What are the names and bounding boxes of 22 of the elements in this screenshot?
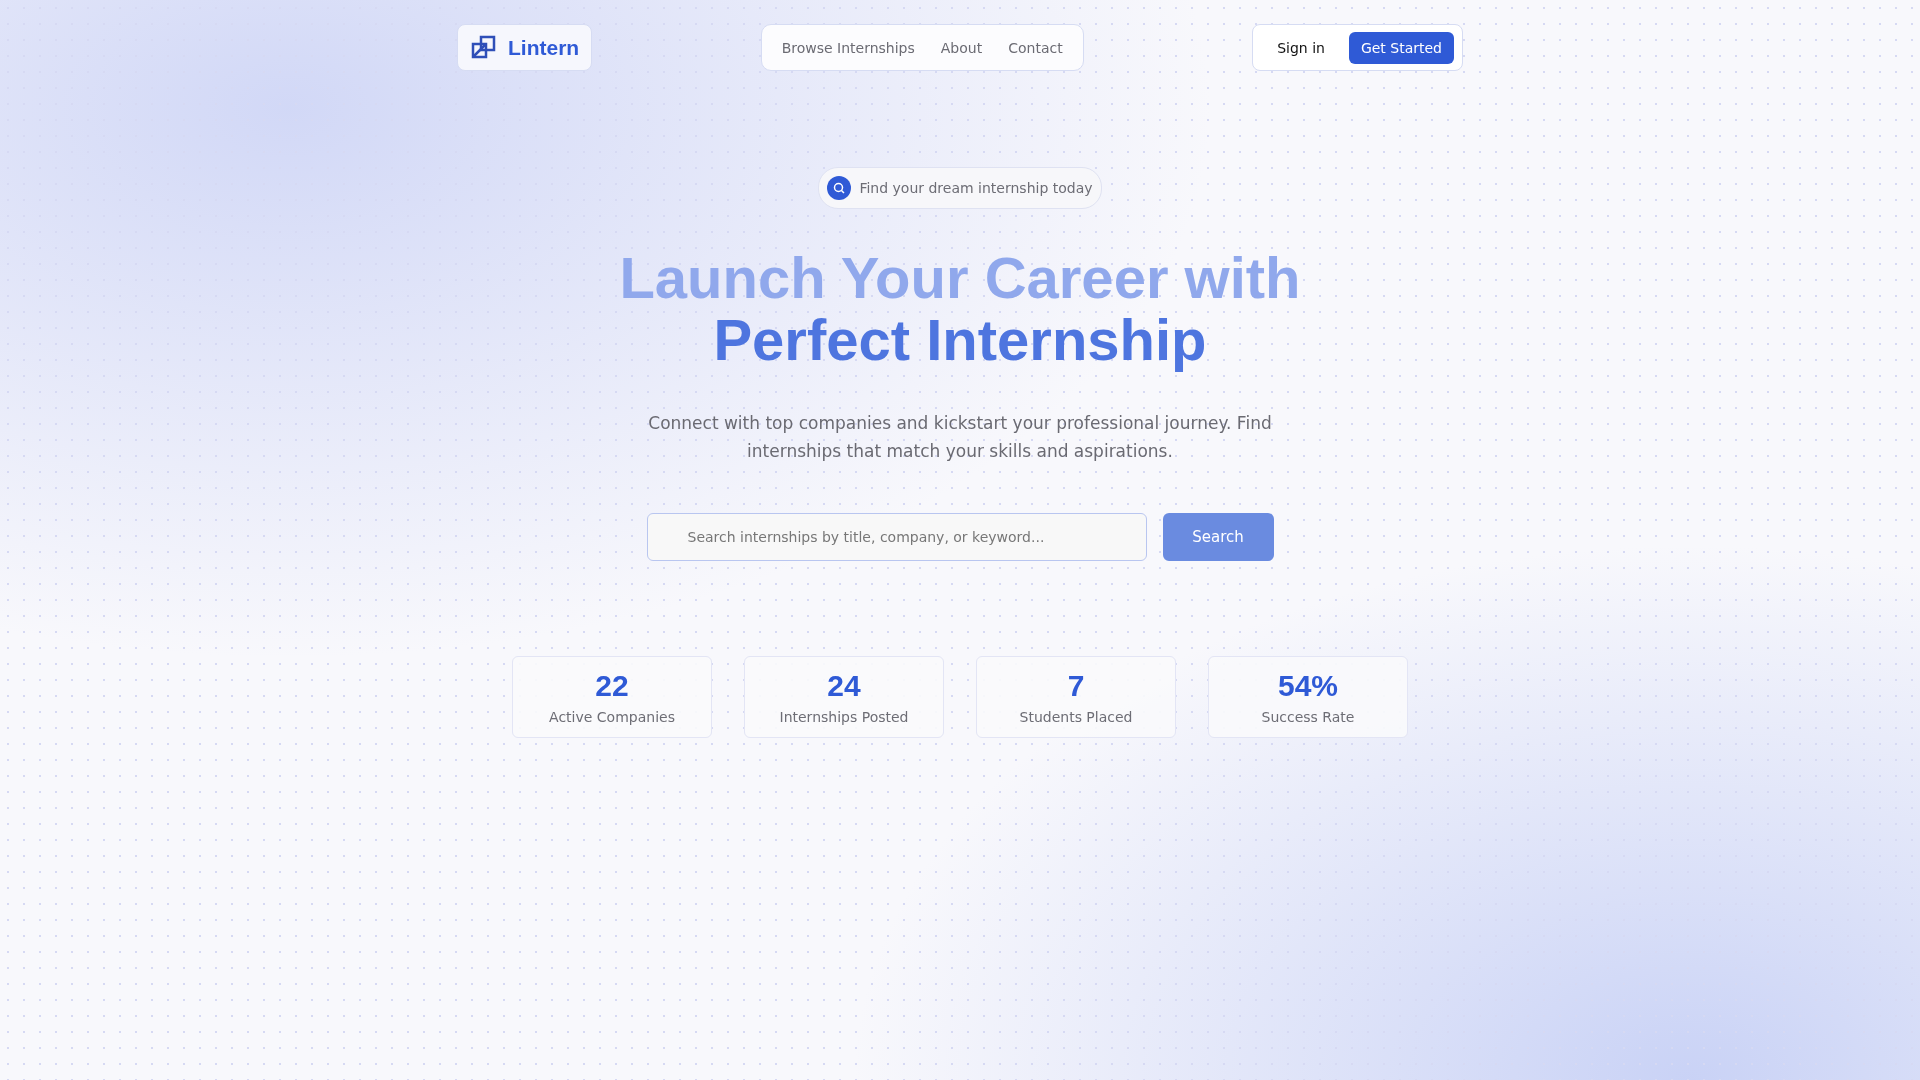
nav-link[interactable]: Contact xyxy=(998,39,1073,56)
stat-label: Success Rate xyxy=(1261,709,1355,725)
stat-value: 22 xyxy=(595,669,629,703)
stat-value: 7 xyxy=(1067,669,1085,703)
hero-subtitle: Connect with top companies and kickstart your professional journey. Find internships that match your skills and aspirations. xyxy=(647,412,1273,463)
stat-value: 24 xyxy=(827,669,861,703)
sign-in-button[interactable]: Sign in xyxy=(1265,31,1337,64)
search-icon xyxy=(827,176,852,200)
stat-value: 54% xyxy=(1277,669,1338,703)
stat-label: Active Companies xyxy=(549,709,675,725)
search-field[interactable]: Search internships by title, company, or keyword... xyxy=(646,513,1147,561)
stat-label: Students Placed xyxy=(1019,709,1133,725)
logo[interactable]: Lintern xyxy=(457,24,593,71)
brand-name: Lintern xyxy=(508,35,580,60)
get-started-button[interactable]: Get Started xyxy=(1348,31,1454,64)
nav-link[interactable]: Browse Internships xyxy=(771,39,925,56)
nav-link[interactable]: About xyxy=(930,39,993,56)
hero-title: Launch Your Career with xyxy=(619,247,1301,309)
stat-label: Internships Posted xyxy=(779,709,909,725)
search-button[interactable]: Search xyxy=(1162,513,1274,561)
tagline-text: Find your dream internship today xyxy=(859,180,1093,196)
hero-title: Perfect Internship xyxy=(712,309,1208,371)
